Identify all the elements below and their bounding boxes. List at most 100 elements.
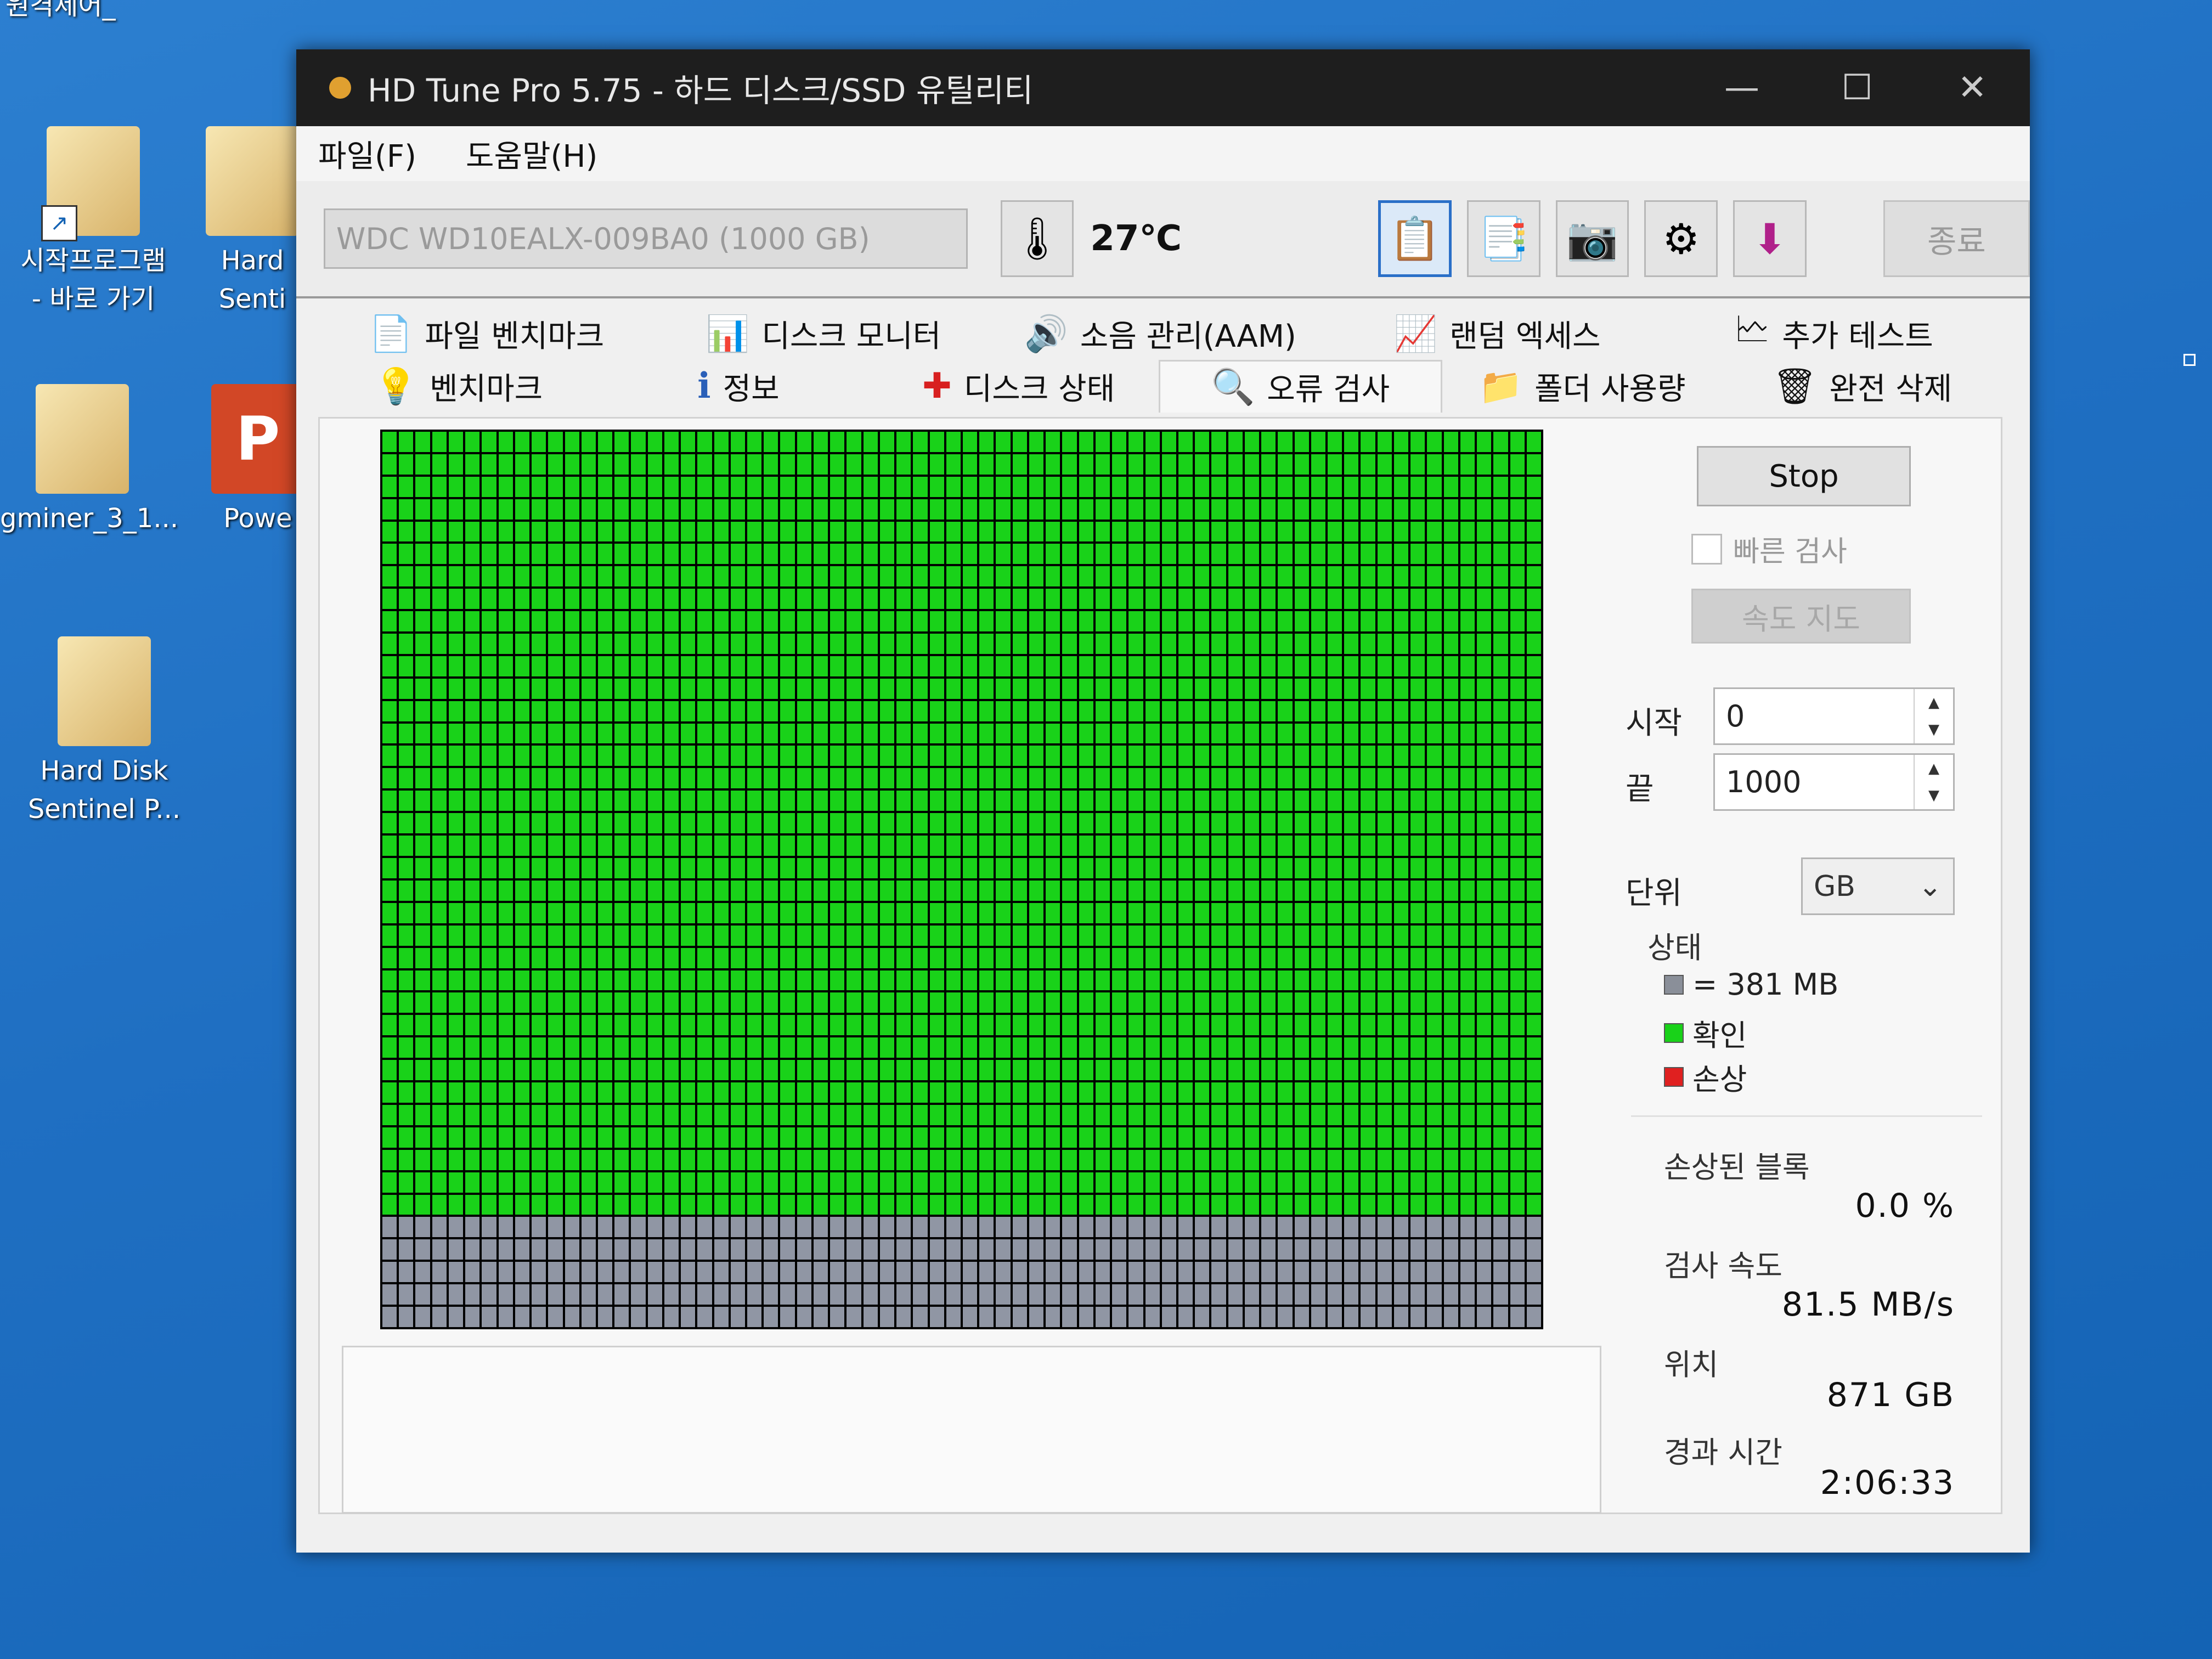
- copy-text-button[interactable]: 📋: [1378, 200, 1452, 277]
- block-pending: [830, 1239, 845, 1260]
- tab-benchmark[interactable]: 💡 벤치마크: [318, 360, 599, 413]
- block-checked: [448, 1082, 464, 1103]
- menu-file[interactable]: 파일(F): [318, 132, 416, 176]
- block-checked: [1046, 857, 1060, 878]
- tab-random-access[interactable]: 📈 랜덤 엑세스: [1329, 307, 1666, 360]
- options-button[interactable]: ⚙: [1644, 200, 1718, 277]
- block-checked: [830, 813, 845, 834]
- desktop-icon-powerpoint[interactable]: P Powe: [208, 384, 307, 538]
- desktop-icon-hard-disk-sentinel-pro[interactable]: Hard Disk Sentinel P...: [22, 636, 187, 828]
- block-checked: [1012, 746, 1027, 766]
- block-pending: [1145, 1262, 1160, 1283]
- block-checked: [565, 521, 579, 542]
- block-checked: [1311, 454, 1326, 475]
- block-checked: [482, 432, 496, 452]
- save-button[interactable]: ⬇: [1733, 200, 1807, 277]
- copy-info-button[interactable]: 📑: [1466, 200, 1541, 277]
- spin-down-icon[interactable]: ▼: [1915, 782, 1953, 810]
- desktop-icon-startup-shortcut[interactable]: ↗ 시작프로그램 - 바로 가기: [11, 126, 176, 318]
- block-checked: [1410, 432, 1425, 452]
- tab-disk-monitor[interactable]: 📊 디스크 모니터: [655, 307, 992, 360]
- spin-down-icon[interactable]: ▼: [1915, 716, 1953, 744]
- tab-file-benchmark[interactable]: 📄 파일 벤치마크: [318, 307, 655, 360]
- block-pending: [979, 1307, 994, 1327]
- block-checked: [631, 1060, 646, 1081]
- damaged-blocks-label: 손상된 블록: [1664, 1150, 1810, 1184]
- menu-help[interactable]: 도움말(H): [466, 132, 597, 176]
- block-checked: [415, 701, 430, 721]
- block-checked: [1161, 634, 1176, 654]
- block-checked: [1493, 1104, 1508, 1125]
- block-checked: [1361, 791, 1375, 811]
- quick-scan-checkbox[interactable]: [1691, 533, 1722, 565]
- block-checked: [863, 723, 878, 744]
- block-checked: [1079, 1194, 1093, 1215]
- block-checked: [1510, 701, 1525, 721]
- exit-button[interactable]: 종료: [1883, 200, 2030, 277]
- start-value[interactable]: 0: [1715, 689, 1914, 743]
- block-checked: [1493, 857, 1508, 878]
- end-field[interactable]: 1000 ▲ ▼: [1713, 753, 1955, 811]
- block-checked: [532, 1060, 546, 1081]
- speed-map-button[interactable]: 속도 지도: [1691, 589, 1911, 644]
- block-checked: [1311, 701, 1326, 721]
- drive-select[interactable]: WDC WD10EALX-009BA0 (1000 GB): [324, 208, 968, 269]
- block-checked: [614, 634, 629, 654]
- stop-button[interactable]: Stop: [1697, 446, 1911, 506]
- tab-folder-usage[interactable]: 📁 폴더 사용량: [1442, 360, 1723, 413]
- block-checked: [382, 723, 397, 744]
- block-checked: [1443, 1015, 1458, 1036]
- tab-error-scan[interactable]: 🔍 오류 검사: [1159, 360, 1442, 413]
- block-checked: [1328, 1015, 1342, 1036]
- quick-scan-option[interactable]: 빠른 검사: [1691, 528, 1847, 569]
- maximize-button[interactable]: ☐: [1799, 49, 1915, 126]
- block-checked: [1344, 432, 1359, 452]
- block-checked: [1062, 1082, 1077, 1103]
- block-checked: [764, 836, 778, 856]
- block-checked: [1244, 589, 1260, 610]
- block-pending: [1294, 1284, 1309, 1305]
- block-pending: [1427, 1239, 1442, 1260]
- unit-select[interactable]: GB ⌄: [1801, 857, 1955, 915]
- spin-up-icon[interactable]: ▲: [1915, 689, 1953, 716]
- desktop-icon-hard-disk-sentinel[interactable]: Hard Senti: [198, 126, 307, 318]
- desktop-icon-gminer[interactable]: gminer_3_1...: [0, 384, 178, 538]
- block-checked: [1211, 1060, 1226, 1081]
- block-checked: [1443, 656, 1458, 676]
- block-checked: [597, 656, 613, 676]
- end-value[interactable]: 1000: [1715, 755, 1914, 809]
- block-checked: [1261, 1037, 1276, 1058]
- block-checked: [415, 1060, 430, 1081]
- block-checked: [647, 1015, 662, 1036]
- tab-aam[interactable]: 🔊 소음 관리(AAM): [992, 307, 1329, 360]
- start-field[interactable]: 0 ▲ ▼: [1713, 687, 1955, 745]
- block-checked: [1427, 1172, 1442, 1193]
- block-checked: [498, 992, 513, 1013]
- block-checked: [1410, 925, 1425, 946]
- tab-extra-tests[interactable]: 🗠 추가 테스트: [1666, 307, 2002, 360]
- title-bar[interactable]: HD Tune Pro 5.75 - 하드 디스크/SSD 유틸리티 — ☐ ✕: [296, 49, 2030, 126]
- block-checked: [1493, 1060, 1508, 1081]
- block-checked: [1029, 499, 1044, 520]
- close-button[interactable]: ✕: [1915, 49, 2030, 126]
- block-checked: [1029, 970, 1044, 991]
- block-checked: [1443, 521, 1458, 542]
- block-checked: [1344, 521, 1359, 542]
- block-checked: [448, 723, 464, 744]
- block-checked: [1079, 1060, 1093, 1081]
- block-checked: [1178, 880, 1193, 901]
- minimize-button[interactable]: —: [1684, 49, 1799, 126]
- block-checked: [1294, 768, 1309, 789]
- block-checked: [1095, 589, 1110, 610]
- tab-health[interactable]: ✚ 디스크 상태: [878, 360, 1159, 413]
- tab-info[interactable]: ℹ 정보: [599, 360, 879, 413]
- spin-up-icon[interactable]: ▲: [1915, 755, 1953, 782]
- tab-erase[interactable]: 🗑 완전 삭제: [1722, 360, 2002, 413]
- screenshot-button[interactable]: 📷: [1555, 200, 1629, 277]
- block-checked: [813, 992, 828, 1013]
- block-checked: [1161, 1149, 1176, 1170]
- block-checked: [996, 432, 1011, 452]
- block-pending: [913, 1239, 928, 1260]
- block-checked: [382, 1127, 397, 1148]
- block-checked: [382, 454, 397, 475]
